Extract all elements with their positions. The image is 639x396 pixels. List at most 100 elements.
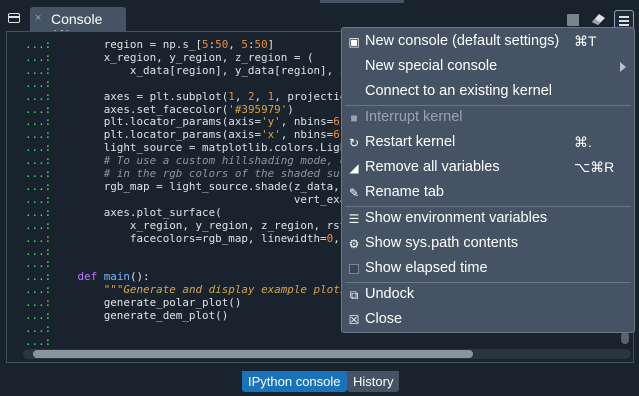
bottom-tab-bar: IPython console History	[0, 364, 639, 396]
continuation-prompt: ...:	[25, 296, 52, 310]
console-output[interactable]: ...: region = np.s_[5:50, 5:50] ...: x_r…	[25, 38, 346, 349]
continuation-prompt: ...:	[25, 321, 52, 335]
menu-item-shortcut: ⌥⌘R	[574, 159, 615, 175]
continuation-prompt: ...:	[25, 167, 52, 181]
horizontal-scrollbar[interactable]	[23, 349, 631, 359]
code-token: , nbins=	[280, 128, 334, 142]
tab-history[interactable]: History	[347, 371, 400, 392]
menu-item-undock[interactable]: ⧉ Undock	[342, 283, 634, 307]
code-line: ...:	[25, 77, 51, 90]
code-line: ...: region = np.s_[5:50, 5:50]	[25, 38, 274, 51]
undock-icon: ⧉	[349, 287, 359, 302]
menu-item-show-sys-path-contents[interactable]: ⚙ Show sys.path contents	[342, 232, 634, 256]
eraser-icon[interactable]	[590, 12, 607, 26]
window-icon[interactable]	[8, 13, 20, 23]
menu-item-label: Interrupt kernel	[365, 109, 463, 125]
console-options-menu: ▣ New console (default settings) ⌘T New spe…	[341, 27, 635, 333]
tab-ipython-console[interactable]: IPython console	[242, 371, 347, 392]
code-token: x_region, y_region, z_region, rst	[51, 218, 347, 232]
menu-item-show-elapsed-time[interactable]: Show elapsed time	[342, 257, 634, 281]
code-line: ...: vert_exa	[25, 193, 346, 206]
code-token: generate_polar_plot()	[51, 296, 242, 310]
top-dock-handle	[320, 0, 404, 3]
continuation-prompt: ...:	[25, 205, 52, 219]
close-box-icon: ☒	[348, 313, 360, 327]
menu-item-show-environment-variables[interactable]: ☰ Show environment variables	[342, 207, 634, 231]
code-token: 'x'	[261, 128, 281, 142]
continuation-prompt: ...:	[25, 102, 52, 116]
code-token: vert_exa	[51, 192, 347, 206]
list-icon: ☰	[348, 212, 360, 226]
code-token: def	[77, 270, 98, 284]
continuation-prompt: ...:	[25, 270, 52, 284]
checkbox-icon	[347, 262, 361, 276]
code-line: ...: # in the rgb colors of the shaded s…	[25, 167, 346, 180]
code-token: rgb_map = light_source.shade(z_data,	[51, 179, 347, 193]
menu-item-label: Connect to an existing kernel	[365, 83, 552, 99]
code-token: x_region, y_region, z_region = (	[51, 50, 314, 64]
code-line: ...: generate_polar_plot()	[25, 296, 241, 309]
elapsed-time-checkbox[interactable]	[349, 264, 359, 274]
stop-icon[interactable]	[567, 14, 579, 26]
menu-item-new-console-default-settings[interactable]: ▣ New console (default settings) ⌘T	[342, 30, 634, 54]
vertical-scroll-thumb[interactable]	[621, 332, 629, 344]
code-line: ...: axes = plt.subplot(1, 2, 1, project…	[25, 90, 346, 103]
code-token: axes.plot_surface(	[51, 205, 222, 219]
code-line: ...: light_source = matplotlib.colors.Li…	[25, 141, 346, 154]
continuation-prompt: ...:	[25, 218, 52, 232]
continuation-prompt: ...:	[25, 76, 52, 90]
continuation-prompt: ...:	[25, 154, 52, 168]
menu-item-new-special-console[interactable]: New special console	[342, 55, 634, 79]
code-line: ...: x_data[region], y_data[region], z	[25, 64, 346, 77]
code-line: ...: x_region, y_region, z_region = (	[25, 51, 314, 64]
menu-item-label: Show environment variables	[365, 210, 548, 226]
menu-item-label: Close	[365, 311, 403, 327]
code-line: ...: rgb_map = light_source.shade(z_data…	[25, 180, 346, 193]
continuation-prompt: ...:	[25, 309, 52, 323]
continuation-prompt: ...:	[25, 179, 52, 193]
code-line: ...: def main():	[25, 270, 150, 283]
menu-item-interrupt-kernel: ■ Interrupt kernel	[342, 106, 634, 130]
continuation-prompt: ...:	[25, 257, 52, 271]
restart-icon: ↻	[348, 136, 360, 150]
continuation-prompt: ...:	[25, 244, 52, 258]
menu-item-connect-to-an-existing-kernel[interactable]: Connect to an existing kernel	[342, 80, 634, 104]
code-token: ]	[267, 38, 275, 51]
menu-item-label: Remove all variables	[365, 159, 500, 175]
code-token: # To use a custom hillshading mode, o	[51, 154, 347, 168]
code-token: region = np.s_[	[51, 38, 203, 51]
tab-close-icon[interactable]: ×	[35, 12, 41, 24]
menu-item-remove-all-variables[interactable]: ◢ Remove all variables ⌥⌘R	[342, 156, 634, 180]
tab-console[interactable]: × Console 1/A	[30, 7, 126, 43]
code-token: , nbins=	[280, 115, 334, 129]
horizontal-scroll-thumb[interactable]	[33, 350, 473, 358]
code-token: 'y'	[261, 115, 281, 129]
code-line: ...: facecolors=rgb_map, linewidth=0,	[25, 232, 346, 245]
code-line: ...: x_region, y_region, z_region, rst	[25, 219, 346, 232]
continuation-prompt: ...:	[25, 115, 52, 129]
menu-item-label: New console (default settings)	[365, 33, 560, 49]
continuation-prompt: ...:	[25, 128, 52, 142]
code-token: 50	[215, 38, 229, 51]
code-token: axes = plt.subplot(	[51, 89, 229, 103]
continuation-prompt: ...:	[25, 63, 52, 77]
menu-item-restart-kernel[interactable]: ↻ Restart kernel ⌘.	[342, 131, 634, 155]
menu-item-close[interactable]: ☒ Close	[342, 308, 634, 332]
code-token: , projectio	[274, 89, 347, 103]
code-token: x_data[region], y_data[region], z	[51, 63, 347, 77]
code-token: light_source = matplotlib.colors.Ligh	[51, 141, 347, 155]
code-token: """Generate and display example plots	[103, 283, 347, 297]
continuation-prompt: ...:	[25, 89, 52, 103]
code-line: ...:	[25, 257, 51, 270]
code-line: ...:	[25, 335, 51, 348]
code-line: ...: # To use a custom hillshading mode,…	[25, 154, 346, 167]
code-line: ...: """Generate and display example plo…	[25, 283, 346, 296]
code-token: ,	[228, 38, 242, 51]
continuation-prompt: ...:	[25, 192, 52, 206]
code-token: 50	[254, 38, 268, 51]
menu-item-label: Rename tab	[365, 184, 444, 200]
continuation-prompt: ...:	[25, 283, 52, 297]
menu-item-rename-tab[interactable]: ✎ Rename tab	[342, 181, 634, 205]
code-line: ...: axes.set_facecolor('#395979')	[25, 103, 294, 116]
